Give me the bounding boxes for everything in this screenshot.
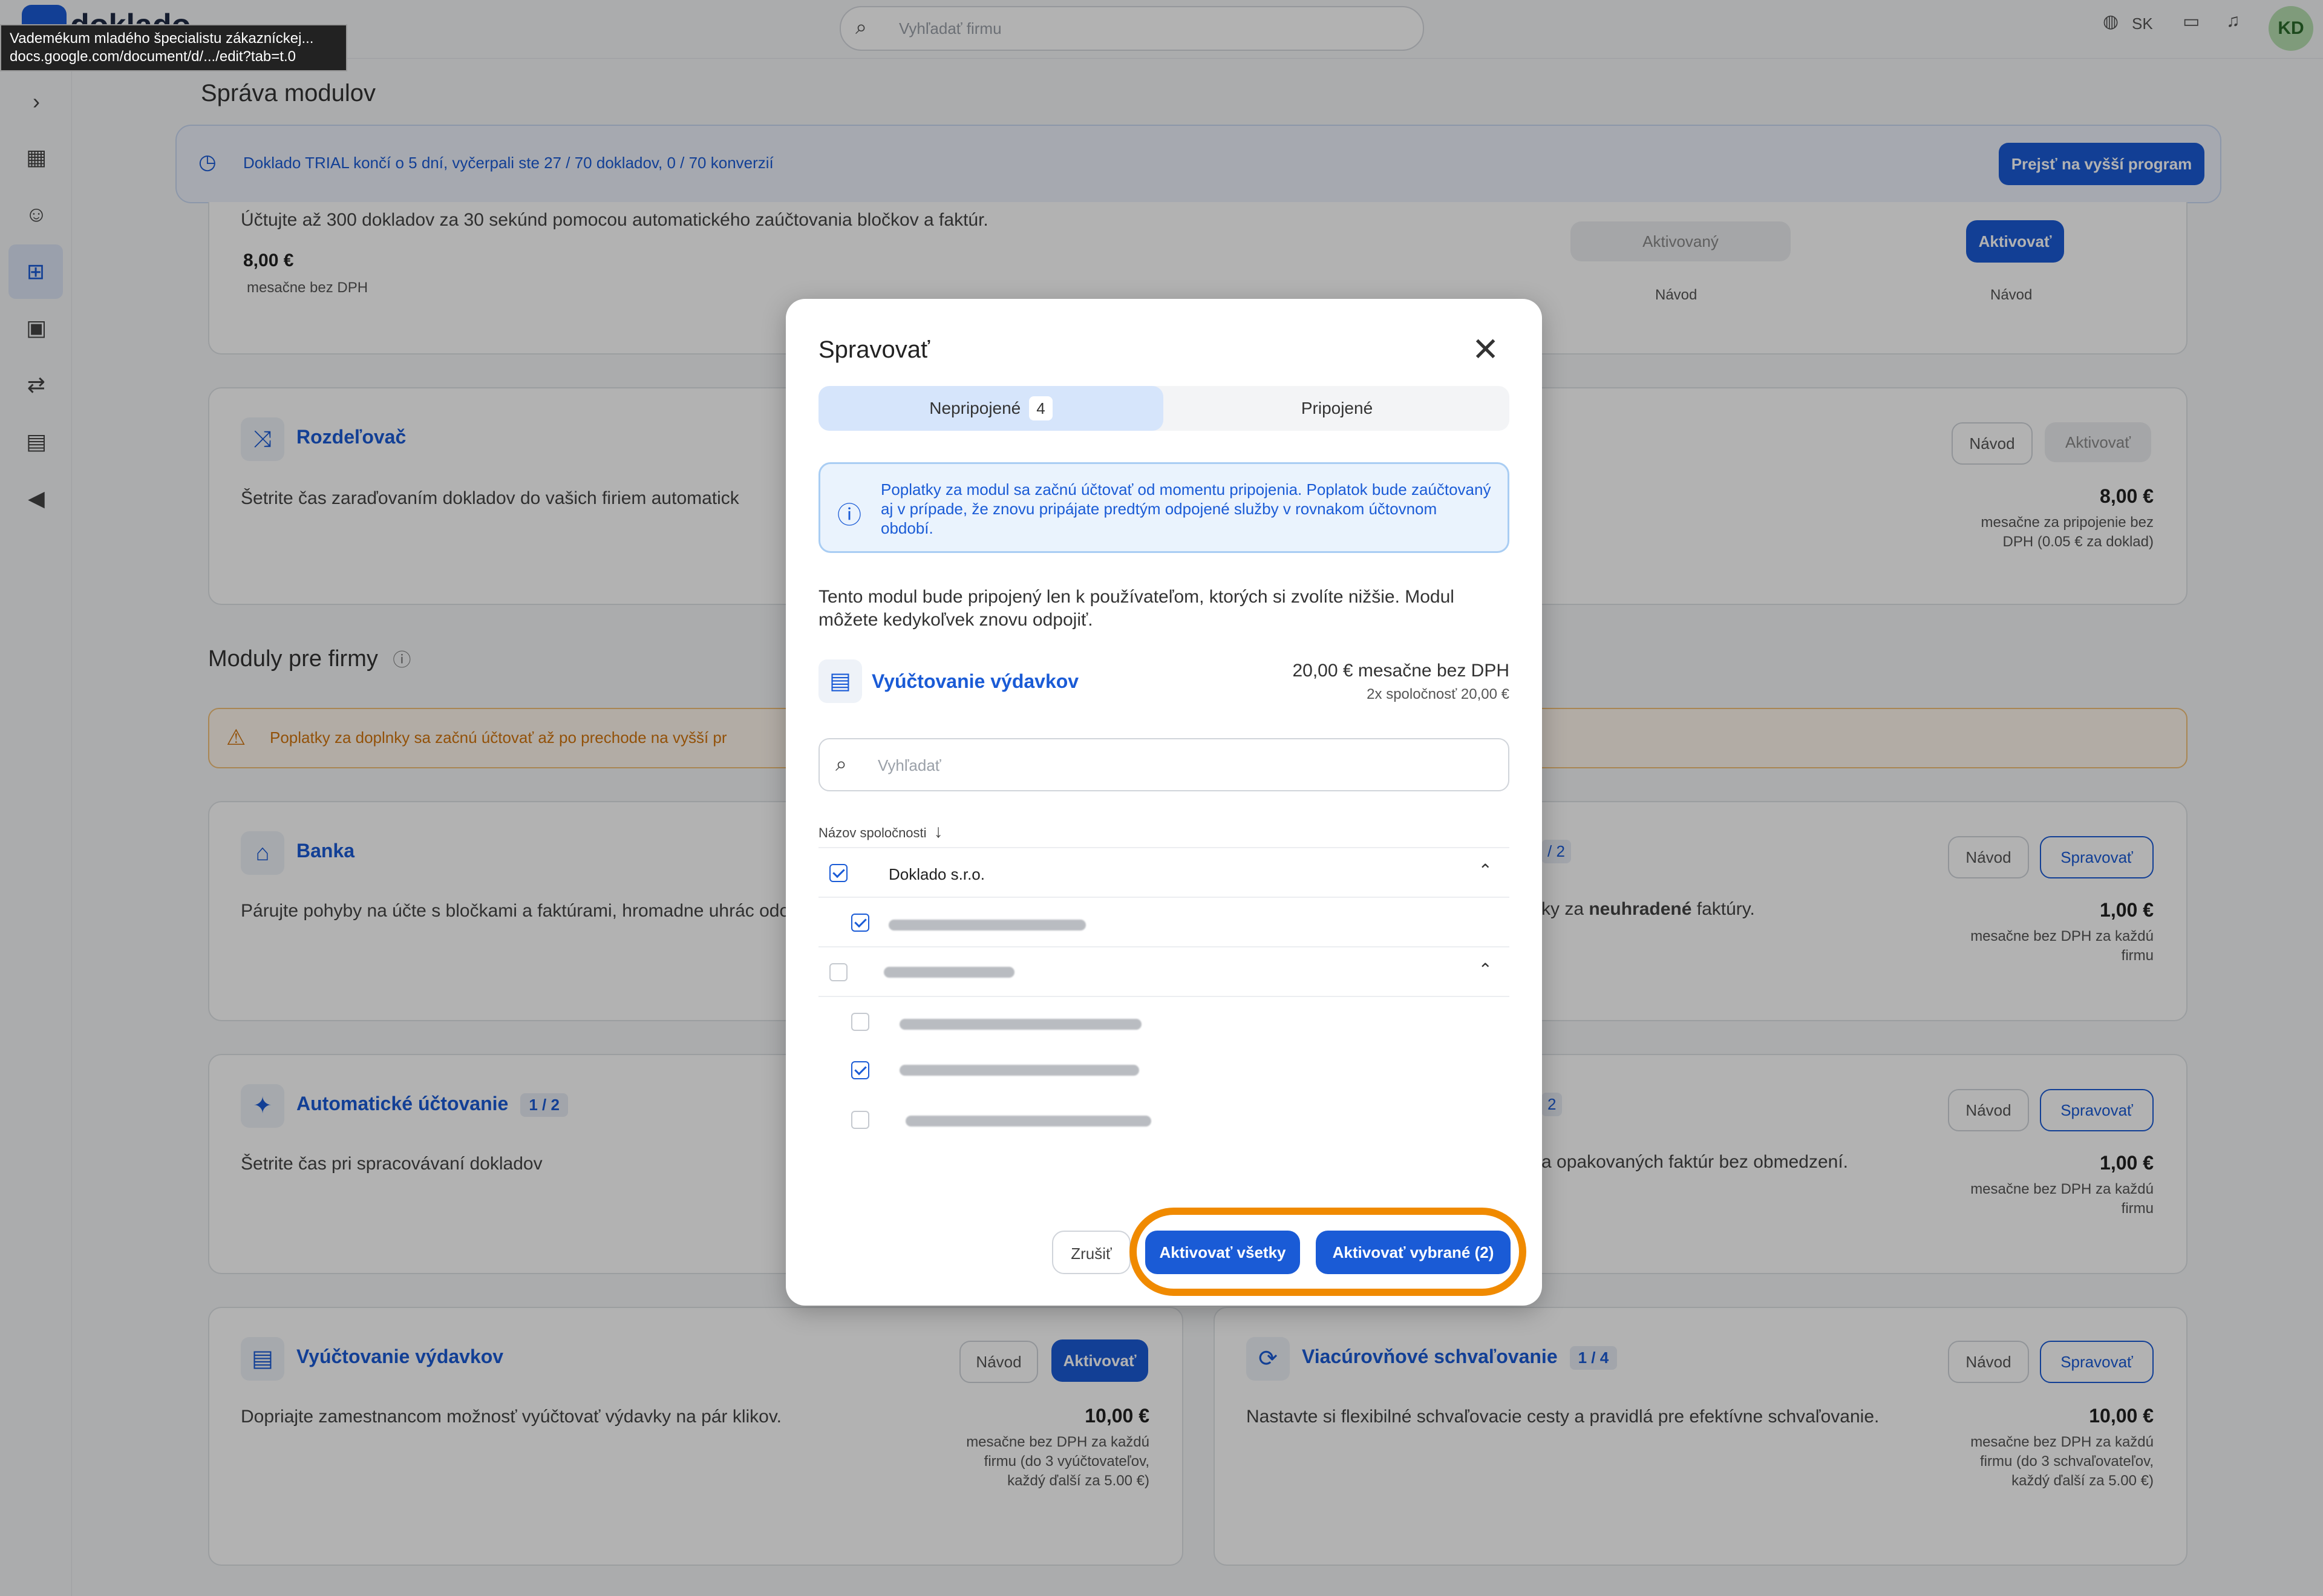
browser-tooltip: Vademékum mladého špecialistu zákaznícke…: [0, 24, 347, 71]
user-search-input[interactable]: ⌕ Vyhľadať: [818, 738, 1509, 791]
modal-description: Tento modul bude pripojený len k používa…: [818, 587, 1454, 630]
company-row[interactable]: Doklado s.r.o. ⌃: [818, 847, 1509, 898]
receipt-icon: ▤: [818, 659, 862, 703]
chevron-up-icon[interactable]: ⌃: [1478, 860, 1492, 880]
cancel-button[interactable]: Zrušiť: [1052, 1231, 1131, 1274]
close-icon[interactable]: ✕: [1472, 330, 1499, 368]
tab-connected[interactable]: Pripojené: [1165, 386, 1509, 431]
column-header[interactable]: Názov spoločnosti ↓: [818, 822, 943, 842]
modal-tabs: Nepripojené 4 Pripojené: [818, 386, 1509, 431]
user-checkbox[interactable]: [851, 914, 869, 932]
tab-unconnected[interactable]: Nepripojené 4: [818, 386, 1163, 431]
user-row[interactable]: [818, 1095, 1509, 1145]
redacted-email: [900, 1065, 1139, 1076]
column-header-label: Názov spoločnosti: [818, 825, 927, 840]
search-icon: ⌕: [835, 753, 848, 776]
redacted-company-name: [884, 967, 1014, 978]
user-checkbox[interactable]: [851, 1013, 869, 1031]
user-checkbox[interactable]: [851, 1111, 869, 1129]
module-name: Vyúčtovanie výdavkov: [872, 670, 1079, 692]
company-checkbox[interactable]: [829, 963, 848, 981]
company-row[interactable]: ⌃: [818, 946, 1509, 997]
user-search-placeholder: Vyhľadať: [878, 756, 941, 774]
user-checkbox[interactable]: [851, 1061, 869, 1079]
info-icon: ⓘ: [837, 502, 861, 529]
chevron-up-icon[interactable]: ⌃: [1478, 960, 1492, 980]
redacted-email: [906, 1116, 1151, 1127]
company-name: Doklado s.r.o.: [889, 865, 985, 883]
redacted-email: [900, 1019, 1142, 1030]
tab-count-badge: 4: [1029, 396, 1053, 420]
info-box: ⓘ Poplatky za modul sa začnú účtovať od …: [818, 462, 1509, 553]
user-row[interactable]: [818, 996, 1509, 1047]
highlight-ring: [1129, 1208, 1526, 1296]
tab-label: Nepripojené: [929, 399, 1021, 417]
info-text: Poplatky za modul sa začnú účtovať od mo…: [881, 480, 1491, 537]
redacted-email: [889, 920, 1086, 930]
module-price: 20,00 € mesačne bez DPH: [1292, 661, 1509, 681]
sort-arrow-icon: ↓: [933, 822, 943, 842]
user-row[interactable]: [818, 1045, 1509, 1095]
user-row[interactable]: [818, 897, 1509, 947]
modal-title: Spravovať: [818, 336, 930, 363]
manage-modal: Spravovať ✕ Nepripojené 4 Pripojené ⓘ Pop…: [786, 299, 1542, 1306]
company-checkbox[interactable]: [829, 864, 848, 882]
module-price-sub: 2x spoločnosť 20,00 €: [1367, 686, 1509, 702]
tooltip-url: docs.google.com/document/d/.../edit?tab=…: [10, 48, 296, 65]
